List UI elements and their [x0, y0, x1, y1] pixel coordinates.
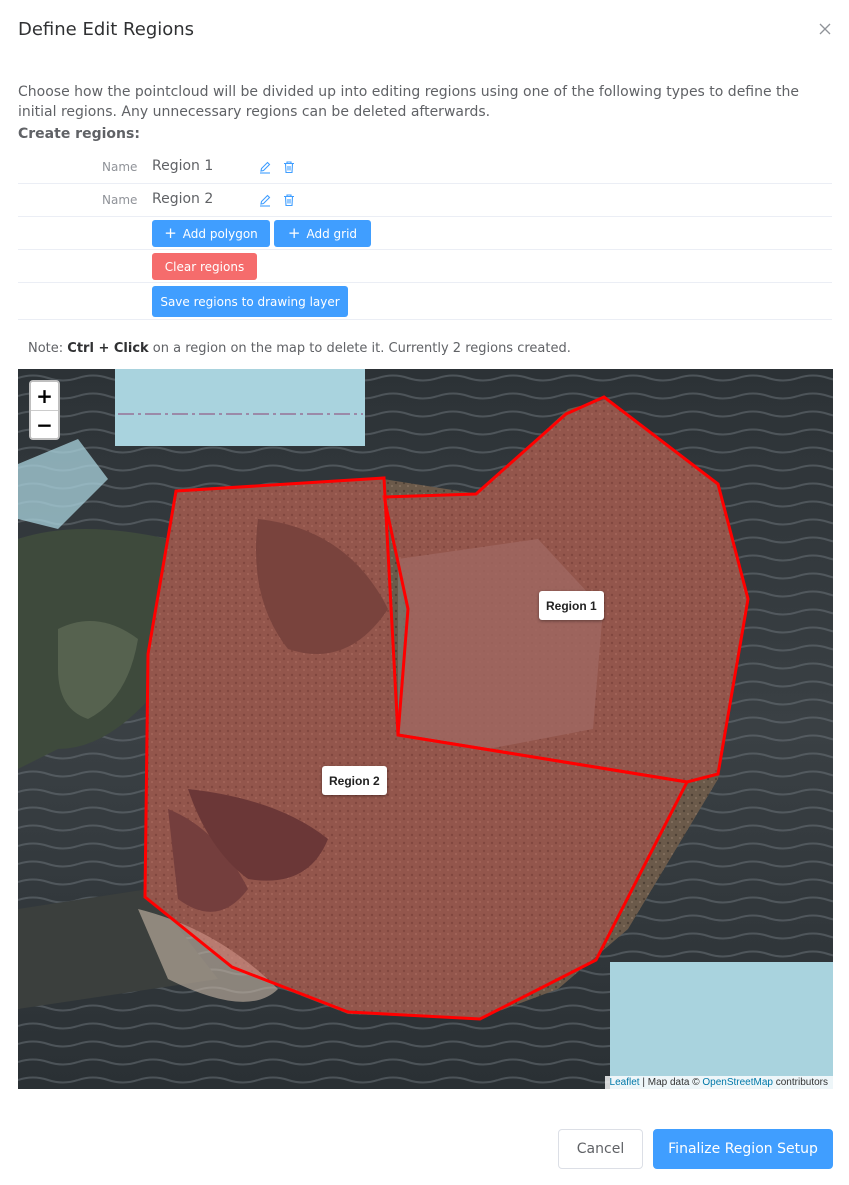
trash-icon[interactable] — [282, 193, 296, 207]
zoom-in-button[interactable]: + — [31, 382, 58, 410]
edit-icon[interactable] — [258, 193, 272, 207]
delete-note: Note: Ctrl + Click on a region on the ma… — [28, 341, 571, 356]
clear-row — [18, 250, 832, 283]
save-regions-button[interactable]: Save regions to drawing layer — [152, 286, 348, 317]
region-name-value: Region 1 — [152, 158, 214, 174]
map-view[interactable]: + − Region 1 Region 2 Leaflet | Map data… — [18, 369, 833, 1089]
region-name-label: Name — [102, 193, 138, 207]
region-name-label: Name — [102, 160, 138, 174]
cancel-button[interactable]: Cancel — [558, 1129, 643, 1169]
edit-icon[interactable] — [258, 160, 272, 174]
map-attribution: Leaflet | Map data © OpenStreetMap contr… — [604, 1076, 833, 1089]
region-2-label: Region 2 — [322, 766, 387, 795]
openstreetmap-link[interactable]: OpenStreetMap — [702, 1077, 773, 1088]
zoom-control: + − — [29, 380, 60, 440]
satellite-imagery — [18, 369, 833, 1089]
region-row-2: Name Region 2 — [18, 184, 832, 217]
region-1-label: Region 1 — [539, 591, 604, 620]
trash-icon[interactable] — [282, 160, 296, 174]
clear-regions-button[interactable]: Clear regions — [152, 253, 257, 280]
dialog-description: Choose how the pointcloud will be divide… — [18, 84, 800, 120]
region-row-1: Name Region 1 — [18, 150, 832, 184]
plus-icon: + — [164, 224, 177, 242]
region-name-value: Region 2 — [152, 191, 214, 207]
add-buttons-row — [18, 217, 832, 250]
add-polygon-button[interactable]: + Add polygon — [152, 220, 270, 247]
zoom-out-button[interactable]: − — [31, 410, 58, 438]
create-regions-label: Create regions: — [18, 126, 140, 142]
dialog-title: Define Edit Regions — [18, 19, 195, 40]
save-row — [18, 283, 832, 320]
leaflet-link[interactable]: Leaflet — [610, 1077, 640, 1088]
close-icon[interactable] — [816, 20, 834, 38]
add-grid-button[interactable]: + Add grid — [274, 220, 371, 247]
plus-icon: + — [287, 224, 301, 242]
finalize-region-setup-button[interactable]: Finalize Region Setup — [653, 1129, 833, 1169]
